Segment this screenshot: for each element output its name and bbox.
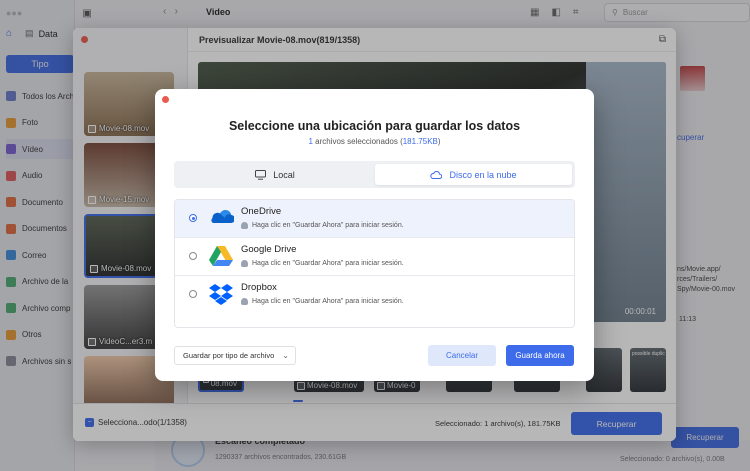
cloud-provider-list: OneDrive Haga clic en "Guardar Ahora" pa… xyxy=(174,199,575,328)
provider-hint: Haga clic en "Guardar Ahora" para inicia… xyxy=(241,260,404,267)
radio-dropbox[interactable] xyxy=(189,290,197,298)
provider-name: Dropbox xyxy=(241,282,277,293)
sort-label: Guardar por tipo de archivo xyxy=(183,351,275,360)
subtitle-end: ) xyxy=(437,137,441,146)
user-icon xyxy=(241,298,248,305)
provider-hint-text: Haga clic en "Guardar Ahora" para inicia… xyxy=(252,298,404,305)
google-drive-icon xyxy=(209,246,233,266)
selected-size: 181.75KB xyxy=(402,137,438,146)
subtitle-text: archivos seleccionados ( xyxy=(312,137,403,146)
cloud-icon xyxy=(430,171,443,179)
provider-hint: Haga clic en "Guardar Ahora" para inicia… xyxy=(241,222,404,229)
cancel-button[interactable]: Cancelar xyxy=(428,345,496,366)
tab-cloud[interactable]: Disco en la nube xyxy=(375,164,572,185)
dropbox-icon xyxy=(209,284,233,305)
save-location-dialog: Seleccione una ubicación para guardar lo… xyxy=(155,89,594,381)
provider-google-drive[interactable]: Google Drive Haga clic en "Guardar Ahora… xyxy=(175,238,574,275)
provider-name: OneDrive xyxy=(241,206,282,217)
provider-onedrive[interactable]: OneDrive Haga clic en "Guardar Ahora" pa… xyxy=(175,200,574,237)
user-icon xyxy=(241,222,248,229)
tab-cloud-label: Disco en la nube xyxy=(449,169,517,180)
onedrive-icon xyxy=(211,210,234,224)
user-icon xyxy=(241,260,248,267)
provider-hint: Haga clic en "Guardar Ahora" para inicia… xyxy=(241,298,404,305)
monitor-icon xyxy=(255,169,267,180)
save-by-type-dropdown[interactable]: Guardar por tipo de archivo ⌄ xyxy=(174,346,296,365)
provider-dropbox[interactable]: Dropbox Haga clic en "Guardar Ahora" par… xyxy=(175,276,574,313)
tab-local-label: Local xyxy=(273,169,295,180)
provider-hint-text: Haga clic en "Guardar Ahora" para inicia… xyxy=(252,222,404,229)
provider-hint-text: Haga clic en "Guardar Ahora" para inicia… xyxy=(252,260,404,267)
radio-google-drive[interactable] xyxy=(189,252,197,260)
dialog-title: Seleccione una ubicación para guardar lo… xyxy=(228,119,521,133)
tab-local[interactable]: Local xyxy=(177,164,373,185)
radio-onedrive[interactable] xyxy=(189,214,197,222)
destination-tabs: Local Disco en la nube xyxy=(174,161,575,188)
close-dot-icon[interactable] xyxy=(162,96,169,103)
dialog-subtitle: 1 archivos seleccionados (181.75KB) xyxy=(155,137,594,146)
provider-name: Google Drive xyxy=(241,244,297,255)
chevron-down-icon: ⌄ xyxy=(282,351,289,360)
save-now-button[interactable]: Guarda ahora xyxy=(506,345,574,366)
